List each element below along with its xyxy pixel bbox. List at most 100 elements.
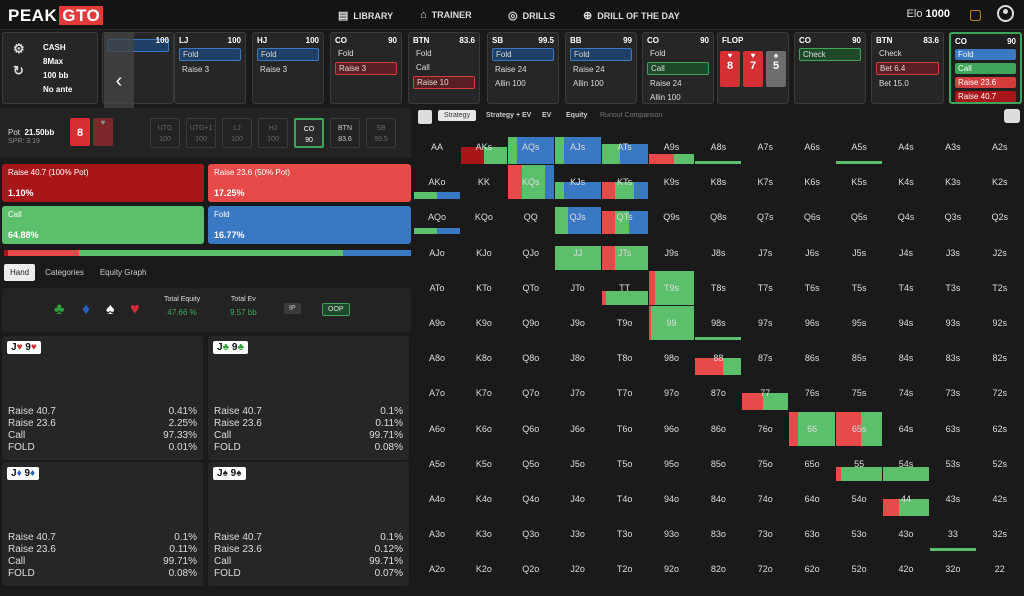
range-cell-t6o[interactable]: T6o <box>602 412 648 446</box>
action-option[interactable]: Allin 100 <box>570 78 632 89</box>
action-option[interactable]: Raise 3 <box>179 64 241 75</box>
range-cell-qjs[interactable]: QJs <box>554 200 601 235</box>
range-cell-72o[interactable]: 72o <box>742 552 788 586</box>
action-option[interactable]: Bet 6.4 <box>876 62 939 75</box>
range-cell-t2o[interactable]: T2o <box>602 552 648 586</box>
action-option[interactable]: Fold <box>257 48 319 61</box>
range-cell-94s[interactable]: 94s <box>883 306 929 340</box>
range-cell-kk[interactable]: KK <box>461 165 507 199</box>
range-cell-65o[interactable]: 65o <box>789 447 835 481</box>
range-cell-42s[interactable]: 42s <box>977 482 1023 516</box>
range-cell-a9s[interactable]: A9s <box>648 130 695 164</box>
street-action-card[interactable]: BTN 83.6 Check Bet 6.4 Bet 15.0 <box>871 32 944 104</box>
range-cell-aqs[interactable]: AQs <box>507 130 554 164</box>
range-cell-t8s[interactable]: T8s <box>695 271 741 305</box>
range-cell-a7o[interactable]: A7o <box>414 376 460 410</box>
seat-co[interactable]: CO 90 <box>294 118 324 148</box>
range-cell-q8s[interactable]: Q8s <box>695 200 741 234</box>
range-cell-43o[interactable]: 43o <box>883 517 929 551</box>
range-cell-95s[interactable]: 95s <box>836 306 882 340</box>
action-option[interactable]: Raise 24 <box>570 64 632 75</box>
action-option[interactable]: Bet 15.0 <box>876 78 939 89</box>
range-cell-k6s[interactable]: K6s <box>789 165 835 199</box>
tab-strategy-ev[interactable]: Strategy + EV <box>486 112 531 119</box>
range-cell-kqo[interactable]: KQo <box>461 200 507 234</box>
hand-combo-card[interactable]: J♦ 9♦ Raise 40.7 0.1% Raise 23.6 0.11% Call 99… <box>2 462 203 586</box>
action-option[interactable]: Raise 23.6 <box>955 77 1016 88</box>
range-cell-85o[interactable]: 85o <box>695 447 741 481</box>
range-cell-q6o[interactable]: Q6o <box>508 412 554 446</box>
diamond-icon[interactable]: ♦ <box>82 301 90 319</box>
range-cell-97o[interactable]: 97o <box>649 376 695 410</box>
range-cell-t5s[interactable]: T5s <box>836 271 882 305</box>
range-cell-a3o[interactable]: A3o <box>414 517 460 551</box>
range-cell-k3o[interactable]: K3o <box>461 517 507 551</box>
seat-utg[interactable]: UTG 100 <box>150 118 180 148</box>
action-option[interactable]: Call <box>647 62 709 75</box>
action-option[interactable]: Fold <box>335 48 397 59</box>
range-cell-92s[interactable]: 92s <box>977 306 1023 340</box>
range-cell-t3o[interactable]: T3o <box>602 517 648 551</box>
range-cell-t7s[interactable]: T7s <box>742 271 788 305</box>
action-option[interactable]: Call <box>413 62 475 73</box>
range-cell-65s[interactable]: 65s <box>836 411 883 446</box>
range-cell-kto[interactable]: KTo <box>461 271 507 305</box>
action-option[interactable]: Raise 3 <box>335 62 397 75</box>
range-cell-55[interactable]: 55 <box>836 447 883 481</box>
range-cell-j7s[interactable]: J7s <box>742 236 788 270</box>
range-cell-t4s[interactable]: T4s <box>883 271 929 305</box>
strategy-call-box[interactable]: Call 64.88% <box>2 206 204 244</box>
range-cell-75o[interactable]: 75o <box>742 447 788 481</box>
range-cell-22[interactable]: 22 <box>977 552 1023 586</box>
range-cell-a5o[interactable]: A5o <box>414 447 460 481</box>
range-cell-t3s[interactable]: T3s <box>930 271 976 305</box>
range-cell-k5s[interactable]: K5s <box>836 165 882 199</box>
range-cell-43s[interactable]: 43s <box>930 482 976 516</box>
range-cell-76s[interactable]: 76s <box>789 376 835 410</box>
nav-drill-of-the-day[interactable]: ⊕ DRILL OF THE DAY <box>583 9 680 22</box>
street-action-card[interactable]: SB 99.5 Fold Raise 24 Allin 100 <box>487 32 559 104</box>
seat-utgplus1[interactable]: UTG+1 100 <box>186 118 216 148</box>
range-cell-j2o[interactable]: J2o <box>555 552 601 586</box>
range-cell-64s[interactable]: 64s <box>883 412 929 446</box>
heart-icon[interactable]: ♥ <box>130 301 140 319</box>
tab-strategy[interactable]: Strategy <box>438 110 477 121</box>
range-cell-k5o[interactable]: K5o <box>461 447 507 481</box>
street-action-card[interactable]: BTN 83.6 Fold Call Raise 10 <box>408 32 480 104</box>
range-cell-74o[interactable]: 74o <box>742 482 788 516</box>
range-cell-t2s[interactable]: T2s <box>977 271 1023 305</box>
range-cell-82o[interactable]: 82o <box>695 552 741 586</box>
action-option[interactable]: Fold <box>179 48 241 61</box>
range-cell-j9o[interactable]: J9o <box>555 306 601 340</box>
range-cell-75s[interactable]: 75s <box>836 376 882 410</box>
range-cell-ako[interactable]: AKo <box>414 165 460 200</box>
action-option[interactable]: Check <box>876 48 939 59</box>
range-cell-53o[interactable]: 53o <box>836 517 882 551</box>
range-cell-q5o[interactable]: Q5o <box>508 447 554 481</box>
range-cell-q4s[interactable]: Q4s <box>883 200 929 234</box>
tab-equity[interactable]: Equity <box>566 112 587 119</box>
range-cell-j4s[interactable]: J4s <box>883 236 929 270</box>
range-cell-t4o[interactable]: T4o <box>602 482 648 516</box>
action-option[interactable]: Raise 10 <box>413 76 475 89</box>
range-cell-a6s[interactable]: A6s <box>789 130 835 164</box>
range-cell-77[interactable]: 77 <box>742 376 789 411</box>
range-cell-ajo[interactable]: AJo <box>414 236 460 270</box>
range-cell-a8o[interactable]: A8o <box>414 341 460 375</box>
nav-drills[interactable]: ◎ DRILLS <box>508 9 555 22</box>
range-cell-63s[interactable]: 63s <box>930 412 976 446</box>
range-cell-j7o[interactable]: J7o <box>555 376 601 410</box>
strategy-raise-box[interactable]: Raise 23.6 (50% Pot) 17.25% <box>208 164 411 202</box>
range-cell-k6o[interactable]: K6o <box>461 412 507 446</box>
range-cell-93o[interactable]: 93o <box>649 517 695 551</box>
range-cell-86s[interactable]: 86s <box>789 341 835 375</box>
street-action-card[interactable]: BB 99 Fold Raise 24 Allin 100 <box>565 32 637 104</box>
range-cell-72s[interactable]: 72s <box>977 376 1023 410</box>
range-cell-42o[interactable]: 42o <box>883 552 929 586</box>
range-cell-a3s[interactable]: A3s <box>930 130 976 164</box>
range-cell-q4o[interactable]: Q4o <box>508 482 554 516</box>
hand-combo-card[interactable]: J♥ 9♥ Raise 40.7 0.41% Raise 23.6 2.25% Call 9… <box>2 336 203 460</box>
range-cell-k4s[interactable]: K4s <box>883 165 929 199</box>
range-cell-qto[interactable]: QTo <box>508 271 554 305</box>
range-cell-a4o[interactable]: A4o <box>414 482 460 516</box>
